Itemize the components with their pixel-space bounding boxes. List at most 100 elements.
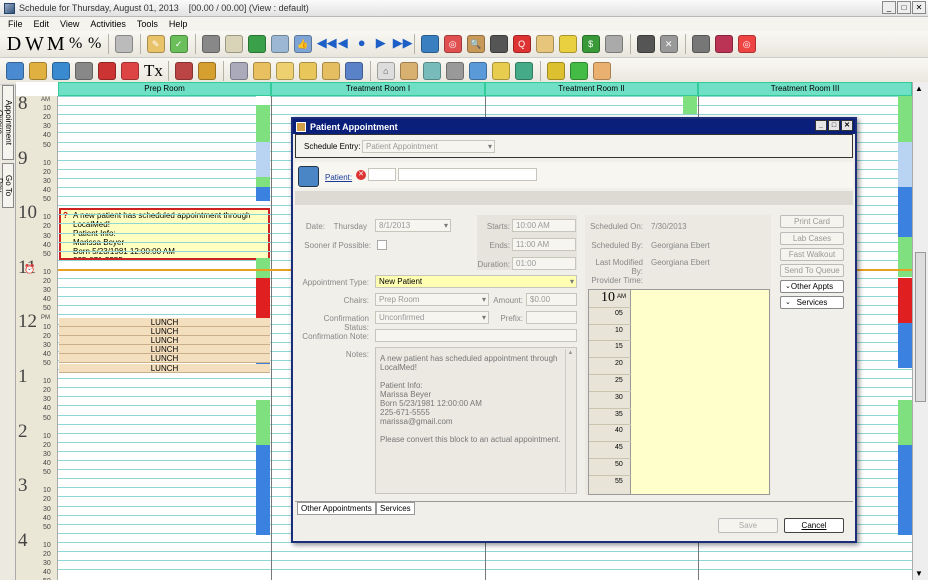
tray2-icon[interactable] xyxy=(604,35,623,53)
edit-pencil-icon[interactable]: ✎ xyxy=(146,35,165,53)
dialog-maximize-button[interactable]: □ xyxy=(828,120,840,131)
column-header-treatment-room-1[interactable]: Treatment Room I xyxy=(271,82,485,96)
minimize-button[interactable]: _ xyxy=(882,1,896,14)
services-button[interactable]: ⌄ Services xyxy=(780,296,844,309)
duration-field[interactable]: 01:00 xyxy=(512,257,576,270)
percent-icon[interactable]: % xyxy=(68,33,84,55)
hand-icon[interactable] xyxy=(468,62,487,80)
lightbulb-icon[interactable] xyxy=(275,62,294,80)
day-view-button[interactable]: D xyxy=(6,33,22,55)
next-icon[interactable]: ▶ xyxy=(374,35,388,53)
chair-icon[interactable] xyxy=(422,62,441,80)
patient-name-field[interactable] xyxy=(398,168,537,181)
menu-view[interactable]: View xyxy=(60,19,79,29)
notes-textarea[interactable]: A new patient has scheduled appointment … xyxy=(375,347,577,494)
hexagon-icon[interactable] xyxy=(247,35,266,53)
last-icon[interactable]: ▶▶ xyxy=(393,35,413,53)
arch-icon[interactable] xyxy=(514,62,533,80)
binoculars2-icon[interactable] xyxy=(75,62,93,80)
binoculars-icon[interactable] xyxy=(489,35,508,53)
menu-file[interactable]: File xyxy=(8,19,23,29)
ends-field[interactable]: 11:00 AM xyxy=(512,238,576,251)
lunch-block[interactable]: LUNCH xyxy=(59,327,270,337)
column-header-prep-room[interactable]: Prep Room xyxy=(58,82,271,96)
xray-icon[interactable] xyxy=(252,62,271,80)
menu-tools[interactable]: Tools xyxy=(137,19,158,29)
scroll-down-icon[interactable]: ▼ xyxy=(915,569,923,578)
column-header-treatment-room-3[interactable]: Treatment Room III xyxy=(698,82,912,96)
appointment-queue-tab[interactable]: Appointment Queue xyxy=(0,85,14,160)
implant-icon[interactable] xyxy=(491,62,510,80)
column-header-treatment-room-2[interactable]: Treatment Room II xyxy=(485,82,698,96)
notes-scrollbar[interactable]: ▲ xyxy=(565,349,575,492)
lunch-block[interactable]: LUNCH xyxy=(59,318,270,327)
percent-slash-icon[interactable]: % xyxy=(87,33,103,55)
copy-icon[interactable] xyxy=(197,62,216,80)
lunch-block[interactable]: LUNCH xyxy=(59,363,270,373)
today-icon[interactable]: ● xyxy=(355,35,369,53)
probe-icon[interactable] xyxy=(445,62,464,80)
prev-icon[interactable]: ◀ xyxy=(336,35,350,53)
date-field[interactable]: 8/1/2013 xyxy=(375,219,451,232)
dollar-icon[interactable]: $ xyxy=(581,35,600,53)
appointment-type-select[interactable]: New Patient xyxy=(375,275,577,288)
menu-edit[interactable]: Edit xyxy=(34,19,50,29)
send-to-queue-button[interactable]: Send To Queue xyxy=(780,264,844,277)
other-appts-button[interactable]: ⌄ Other Appts xyxy=(780,280,844,293)
person-icon[interactable] xyxy=(592,62,611,80)
schedule-entry-select[interactable]: Patient Appointment xyxy=(362,140,495,153)
close-button[interactable]: ✕ xyxy=(912,1,926,14)
save-button[interactable]: Save xyxy=(718,518,778,533)
book-icon[interactable] xyxy=(714,35,733,53)
cancel-button[interactable]: Cancel xyxy=(784,518,844,533)
schedule-scrollbar[interactable]: ▲ ▼ xyxy=(912,82,928,580)
sooner-checkbox[interactable] xyxy=(377,240,387,250)
check-icon[interactable]: ✓ xyxy=(169,35,188,53)
block-icon[interactable] xyxy=(224,35,243,53)
tab-other-appointments[interactable]: Other Appointments xyxy=(297,502,376,515)
patient-link[interactable]: Patient: xyxy=(325,173,352,182)
document-icon[interactable] xyxy=(321,62,340,80)
sync-icon[interactable] xyxy=(546,62,565,80)
tray-up-icon[interactable] xyxy=(270,35,289,53)
dialog-close-button[interactable]: ✕ xyxy=(841,120,853,131)
chairs-select[interactable]: Prep Room xyxy=(375,293,489,306)
appointment-block-note[interactable]: ? A new patient has scheduled appointmen… xyxy=(59,208,270,260)
amount-field[interactable]: $0.00 xyxy=(526,293,577,306)
notepad-icon[interactable] xyxy=(535,35,554,53)
chart-pen-icon[interactable] xyxy=(229,62,248,80)
monitor-icon[interactable] xyxy=(6,62,24,80)
month-view-button[interactable]: M xyxy=(47,33,65,55)
rx-icon[interactable]: Tx xyxy=(144,60,163,82)
lunch-block[interactable]: LUNCH xyxy=(59,354,270,364)
fast-walkout-button[interactable]: Fast Walkout xyxy=(780,248,844,261)
patient-id-field[interactable] xyxy=(368,168,396,181)
prefix-field[interactable] xyxy=(526,311,577,324)
patient-portrait-icon[interactable] xyxy=(298,166,319,187)
lunch-block[interactable]: LUNCH xyxy=(59,336,270,346)
week-view-button[interactable]: W xyxy=(25,33,44,55)
card-icon[interactable] xyxy=(298,62,317,80)
maximize-button[interactable]: □ xyxy=(897,1,911,14)
scaler-icon[interactable] xyxy=(399,62,418,80)
tools-icon[interactable]: ✕ xyxy=(659,35,678,53)
scroll-up-icon[interactable]: ▲ xyxy=(915,84,923,93)
tag-icon[interactable] xyxy=(558,35,577,53)
glasses-icon[interactable] xyxy=(636,35,655,53)
magnifier-icon[interactable]: 🔍 xyxy=(466,35,485,53)
first-icon[interactable]: ◀◀ xyxy=(317,35,337,53)
dialog-minimize-button[interactable]: _ xyxy=(815,120,827,131)
print-card-button[interactable]: Print Card xyxy=(780,215,844,228)
trash-icon[interactable] xyxy=(201,35,220,53)
extinguisher-icon[interactable] xyxy=(98,62,116,80)
download-icon[interactable] xyxy=(569,62,588,80)
folder-icon[interactable] xyxy=(29,62,47,80)
record-icon[interactable] xyxy=(174,62,193,80)
tab-services[interactable]: Services xyxy=(376,502,415,515)
lunch-block[interactable]: LUNCH xyxy=(59,345,270,355)
thumbs-up-icon[interactable]: 👍 xyxy=(293,35,312,53)
menu-help[interactable]: Help xyxy=(169,19,188,29)
confirmation-note-field[interactable] xyxy=(375,329,577,342)
quick-icon[interactable]: Q xyxy=(512,35,531,53)
lifebuoy-icon[interactable]: ◎ xyxy=(737,35,756,53)
